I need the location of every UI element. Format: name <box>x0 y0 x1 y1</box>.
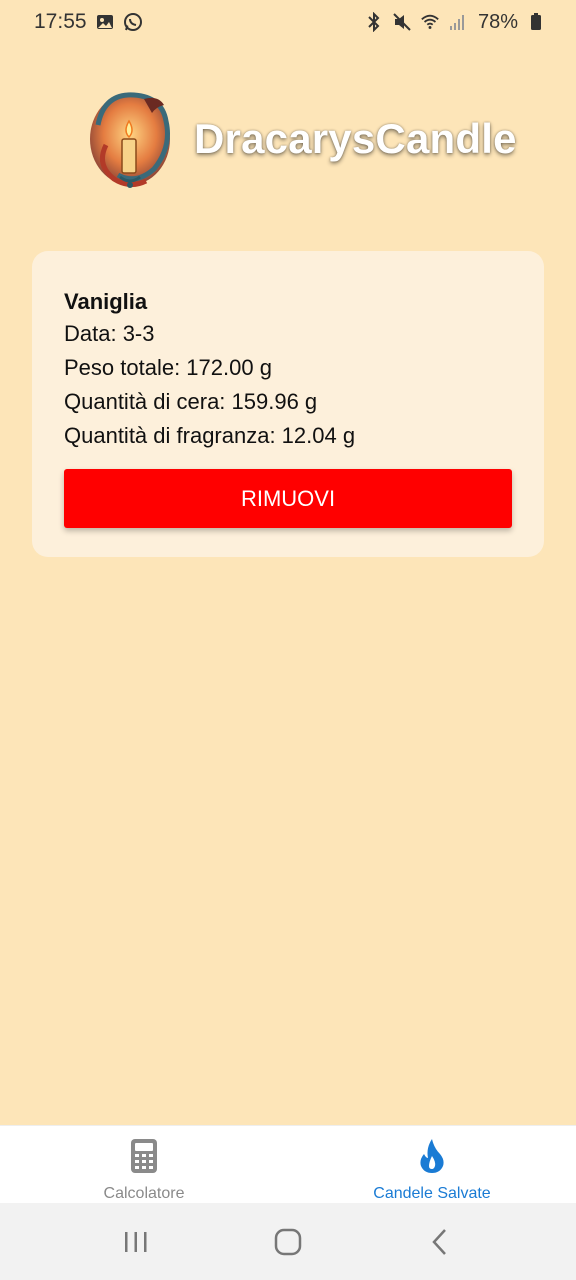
bluetooth-icon <box>364 12 384 32</box>
dragon-candle-logo <box>84 85 180 193</box>
calculator-icon <box>130 1138 158 1179</box>
system-nav-bar <box>0 1203 576 1280</box>
candle-date: Data: 3-3 <box>64 321 155 346</box>
back-icon[interactable] <box>410 1217 470 1267</box>
wifi-icon <box>420 12 440 32</box>
signal-icon <box>448 12 468 32</box>
app-title: DracarysCandle <box>194 115 517 162</box>
tab-label-candele-salvate: Candele Salvate <box>373 1185 491 1202</box>
app-header: DracarysCandle <box>84 84 517 194</box>
flame-icon <box>418 1138 446 1179</box>
tab-candele-salvate[interactable]: Candele Salvate <box>288 1126 576 1203</box>
home-icon[interactable] <box>258 1217 318 1267</box>
recents-icon[interactable] <box>106 1217 166 1267</box>
status-time: 17:55 <box>34 10 87 33</box>
candle-name: Vaniglia <box>64 289 148 314</box>
status-left: 17:55 <box>34 10 143 34</box>
battery-percent: 78% <box>477 10 518 33</box>
tab-label-calcolatore: Calcolatore <box>103 1185 185 1202</box>
status-right: 78% <box>364 11 546 34</box>
saved-candle-card: Vaniglia Data: 3-3 Peso totale: 172.00 g… <box>32 251 544 557</box>
battery-icon <box>526 12 546 32</box>
mute-icon <box>392 12 412 32</box>
bottom-tab-bar: Calcolatore Candele Salvate <box>0 1125 576 1203</box>
candle-wax-amount: Quantità di cera: 159.96 g <box>64 389 318 414</box>
status-bar: 17:55 78% <box>0 0 576 44</box>
candle-fragrance-amount: Quantità di fragranza: 12.04 g <box>64 423 356 448</box>
image-icon <box>95 12 115 32</box>
candle-total-weight: Peso totale: 172.00 g <box>64 355 272 380</box>
remove-button[interactable]: RIMUOVI <box>64 469 512 528</box>
tab-calcolatore[interactable]: Calcolatore <box>0 1126 288 1203</box>
whatsapp-icon <box>123 12 143 32</box>
